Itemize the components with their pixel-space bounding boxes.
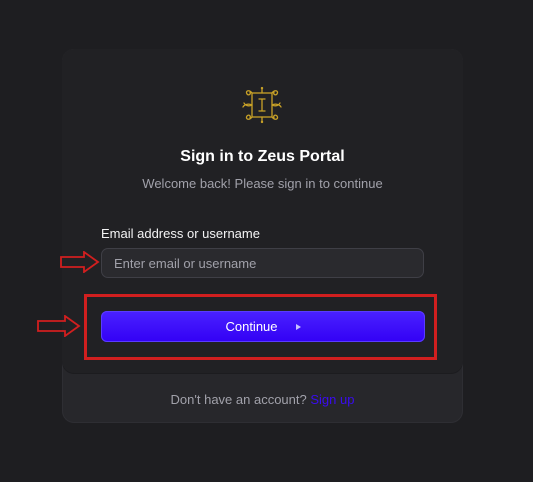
sign-up-link[interactable]: Sign up — [310, 392, 354, 407]
page-subtitle: Welcome back! Please sign in to continue — [142, 176, 383, 191]
outlined-arrow-right-icon — [60, 251, 100, 273]
sign-in-card: Sign in to Zeus Portal Welcome back! Ple… — [62, 49, 463, 423]
email-field-label: Email address or username — [101, 226, 260, 241]
outlined-arrow-right-icon — [37, 315, 81, 337]
footer-text: Don't have an account? — [170, 392, 307, 407]
ornate-frame-logo-icon — [242, 86, 282, 124]
annotation-highlight-box — [84, 294, 437, 360]
page-title: Sign in to Zeus Portal — [180, 148, 345, 165]
email-field[interactable] — [101, 248, 424, 278]
sign-up-footer: Don't have an account? Sign up — [62, 392, 463, 407]
